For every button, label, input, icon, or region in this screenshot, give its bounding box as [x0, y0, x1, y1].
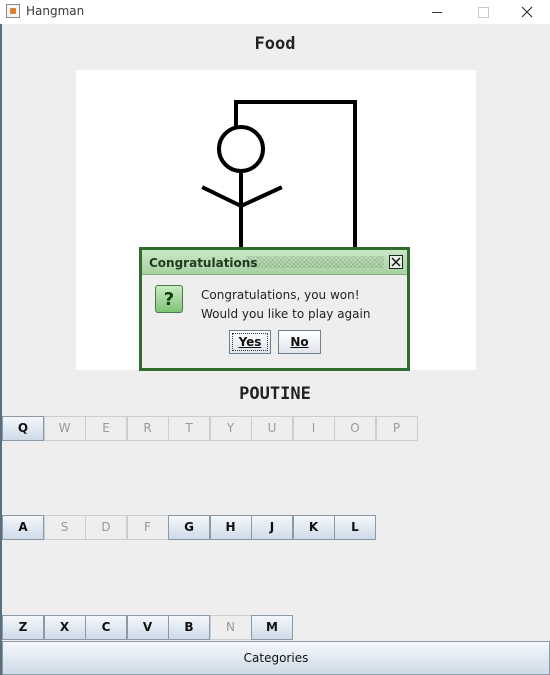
key-t: T	[168, 416, 210, 441]
key-y: Y	[209, 416, 252, 441]
key-l[interactable]: L	[334, 515, 376, 540]
key-x[interactable]: X	[43, 615, 86, 640]
key-f: F	[126, 515, 169, 540]
dialog-message-won: Congratulations, you won!	[201, 288, 360, 302]
java-app-icon	[6, 4, 20, 18]
question-icon: ?	[155, 285, 183, 313]
key-j[interactable]: J	[251, 515, 293, 540]
close-icon	[521, 6, 533, 18]
maximize-button[interactable]	[460, 0, 506, 24]
key-q[interactable]: Q	[2, 416, 44, 441]
close-window-button[interactable]	[504, 0, 550, 24]
key-e: E	[85, 416, 127, 441]
key-n: N	[209, 615, 252, 640]
key-i: I	[292, 416, 335, 441]
hangman-right-arm	[238, 185, 283, 209]
key-g[interactable]: G	[168, 515, 210, 540]
no-button[interactable]: No	[278, 330, 321, 354]
key-z[interactable]: Z	[2, 615, 44, 640]
key-m[interactable]: M	[251, 615, 293, 640]
key-d: D	[85, 515, 127, 540]
hangman-left-arm	[201, 185, 244, 209]
key-s: S	[43, 515, 86, 540]
categories-button[interactable]: Categories	[2, 641, 550, 675]
dialog-title: Congratulations	[149, 256, 258, 270]
category-title: Food	[254, 34, 296, 54]
close-icon	[391, 257, 401, 267]
window-title: Hangman	[26, 4, 85, 18]
key-p: P	[375, 416, 418, 441]
key-h[interactable]: H	[209, 515, 252, 540]
minimize-button[interactable]	[414, 0, 460, 24]
key-w: W	[43, 416, 86, 441]
key-k[interactable]: K	[292, 515, 335, 540]
dialog-title-texture	[246, 256, 384, 268]
revealed-word: POUTINE	[239, 384, 311, 404]
dialog-message-play-again: Would you like to play again	[201, 307, 371, 321]
key-o: O	[334, 416, 376, 441]
play-again-dialog: Congratulations ? Congratulations, you w…	[139, 247, 410, 371]
title-bar: Hangman	[0, 0, 550, 24]
hangman-head	[217, 125, 265, 173]
key-r: R	[126, 416, 169, 441]
key-v[interactable]: V	[126, 615, 169, 640]
dialog-title-bar[interactable]: Congratulations	[142, 250, 407, 275]
dialog-close-button[interactable]	[389, 255, 403, 269]
window-edge	[0, 24, 2, 675]
key-a[interactable]: A	[2, 515, 44, 540]
key-c[interactable]: C	[85, 615, 127, 640]
key-u: U	[251, 416, 293, 441]
key-b[interactable]: B	[168, 615, 210, 640]
yes-button[interactable]: Yes	[229, 330, 271, 354]
